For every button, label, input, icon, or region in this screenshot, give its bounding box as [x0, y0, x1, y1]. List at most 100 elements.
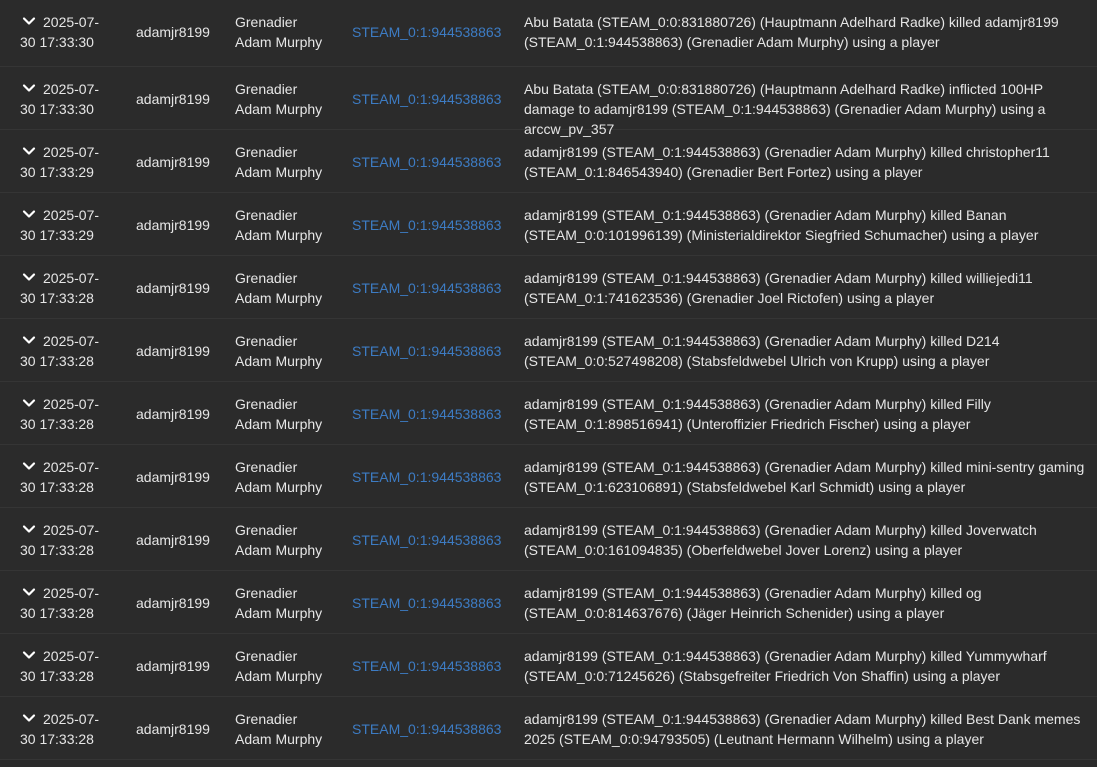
character-rank: Grenadier: [235, 711, 298, 727]
steam-id-link[interactable]: STEAM_0:1:944538863: [352, 89, 501, 109]
character-rank: Grenadier: [235, 333, 298, 349]
timestamp-date: 2025-07-: [43, 522, 100, 538]
username: adamjr8199: [136, 721, 210, 737]
steam-id-link[interactable]: STEAM_0:1:944538863: [352, 341, 501, 361]
timestamp-date: 2025-07-: [43, 333, 100, 349]
character-name: Grenadier Adam Murphy: [235, 79, 345, 119]
timestamp-time: 30 17:33:29: [20, 227, 94, 243]
character-rank: Grenadier: [235, 270, 298, 286]
timestamp-time: 30 17:33:28: [20, 731, 94, 747]
username: adamjr8199: [136, 595, 210, 611]
timestamp-time: 30 17:33:28: [20, 668, 94, 684]
timestamp: 2025-07- 30 17:33:28: [20, 583, 120, 623]
character-name: Grenadier Adam Murphy: [235, 142, 345, 182]
log-message: adamjr8199 (STEAM_0:1:944538863) (Grenad…: [524, 333, 1000, 369]
steam-id-link[interactable]: STEAM_0:1:944538863: [352, 404, 501, 424]
log-row: 2025-07- 30 17:33:28 adamjr8199 Grenadie…: [0, 319, 1097, 382]
username: adamjr8199: [136, 91, 210, 107]
username: adamjr8199: [136, 469, 210, 485]
character-rank: Grenadier: [235, 585, 298, 601]
timestamp: 2025-07- 30 17:33:28: [20, 268, 120, 308]
timestamp-time: 30 17:33:29: [20, 164, 94, 180]
character-fullname: Adam Murphy: [235, 416, 323, 432]
log-message: adamjr8199 (STEAM_0:1:944538863) (Grenad…: [524, 459, 1085, 495]
log-row: 2025-07- 30 17:33:28 adamjr8199 Grenadie…: [0, 697, 1097, 760]
timestamp-date: 2025-07-: [43, 459, 100, 475]
character-name: Grenadier Adam Murphy: [235, 394, 345, 434]
log-message: adamjr8199 (STEAM_0:1:944538863) (Grenad…: [524, 648, 1047, 684]
username: adamjr8199: [136, 406, 210, 422]
timestamp: 2025-07- 30 17:33:29: [20, 205, 120, 245]
character-rank: Grenadier: [235, 207, 298, 223]
log-message: adamjr8199 (STEAM_0:1:944538863) (Grenad…: [524, 396, 991, 432]
character-rank: Grenadier: [235, 522, 298, 538]
log-message: Abu Batata (STEAM_0:0:831880726) (Hauptm…: [524, 14, 1059, 50]
steam-id-link[interactable]: STEAM_0:1:944538863: [352, 719, 501, 739]
timestamp: 2025-07- 30 17:33:30: [20, 12, 120, 52]
character-name: Grenadier Adam Murphy: [235, 457, 345, 497]
timestamp: 2025-07- 30 17:33:28: [20, 520, 120, 560]
character-fullname: Adam Murphy: [235, 668, 323, 684]
timestamp: 2025-07- 30 17:33:28: [20, 646, 120, 686]
steam-id-link[interactable]: STEAM_0:1:944538863: [352, 467, 501, 487]
character-fullname: Adam Murphy: [235, 479, 323, 495]
character-fullname: Adam Murphy: [235, 542, 323, 558]
timestamp: 2025-07- 30 17:33:30: [20, 79, 120, 119]
steam-id-link[interactable]: STEAM_0:1:944538863: [352, 152, 501, 172]
character-rank: Grenadier: [235, 14, 298, 30]
username: adamjr8199: [136, 24, 210, 40]
log-message: adamjr8199 (STEAM_0:1:944538863) (Grenad…: [524, 207, 1039, 243]
username: adamjr8199: [136, 658, 210, 674]
character-fullname: Adam Murphy: [235, 290, 323, 306]
character-fullname: Adam Murphy: [235, 34, 323, 50]
timestamp-time: 30 17:33:28: [20, 290, 94, 306]
log-message: adamjr8199 (STEAM_0:1:944538863) (Grenad…: [524, 711, 1081, 747]
timestamp: 2025-07- 30 17:33:28: [20, 331, 120, 371]
log-message: adamjr8199 (STEAM_0:1:944538863) (Grenad…: [524, 144, 1050, 180]
character-name: Grenadier Adam Murphy: [235, 331, 345, 371]
character-fullname: Adam Murphy: [235, 101, 323, 117]
character-rank: Grenadier: [235, 648, 298, 664]
log-row: 2025-07- 30 17:33:29 adamjr8199 Grenadie…: [0, 193, 1097, 256]
log-row: 2025-07- 30 17:33:28 adamjr8199 Grenadie…: [0, 445, 1097, 508]
steam-id-link[interactable]: STEAM_0:1:944538863: [352, 215, 501, 235]
character-name: Grenadier Adam Murphy: [235, 205, 345, 245]
character-name: Grenadier Adam Murphy: [235, 12, 345, 52]
steam-id-link[interactable]: STEAM_0:1:944538863: [352, 278, 501, 298]
log-message: adamjr8199 (STEAM_0:1:944538863) (Grenad…: [524, 585, 982, 621]
timestamp-date: 2025-07-: [43, 711, 100, 727]
steam-id-link[interactable]: STEAM_0:1:944538863: [352, 22, 501, 42]
username: adamjr8199: [136, 217, 210, 233]
username: adamjr8199: [136, 280, 210, 296]
log-row: 2025-07- 30 17:33:28 adamjr8199 Grenadie…: [0, 508, 1097, 571]
timestamp: 2025-07- 30 17:33:29: [20, 142, 120, 182]
steam-id-link[interactable]: STEAM_0:1:944538863: [352, 656, 501, 676]
log-row: 2025-07- 30 17:33:30 adamjr8199 Grenadie…: [0, 0, 1097, 67]
username: adamjr8199: [136, 532, 210, 548]
character-name: Grenadier Adam Murphy: [235, 520, 345, 560]
character-name: Grenadier Adam Murphy: [235, 268, 345, 308]
timestamp-time: 30 17:33:28: [20, 479, 94, 495]
character-rank: Grenadier: [235, 459, 298, 475]
username: adamjr8199: [136, 343, 210, 359]
timestamp-time: 30 17:33:30: [20, 34, 94, 50]
timestamp-date: 2025-07-: [43, 207, 100, 223]
character-fullname: Adam Murphy: [235, 605, 323, 621]
steam-id-link[interactable]: STEAM_0:1:944538863: [352, 593, 501, 613]
timestamp-date: 2025-07-: [43, 585, 100, 601]
character-rank: Grenadier: [235, 81, 298, 97]
steam-id-link[interactable]: STEAM_0:1:944538863: [352, 530, 501, 550]
timestamp-date: 2025-07-: [43, 648, 100, 664]
character-fullname: Adam Murphy: [235, 731, 323, 747]
timestamp-time: 30 17:33:28: [20, 416, 94, 432]
log-row: 2025-07- 30 17:33:28 adamjr8199 Grenadie…: [0, 382, 1097, 445]
character-fullname: Adam Murphy: [235, 164, 323, 180]
log-message: adamjr8199 (STEAM_0:1:944538863) (Grenad…: [524, 270, 1033, 306]
character-name: Grenadier Adam Murphy: [235, 646, 345, 686]
log-row: 2025-07- 30 17:33:28 adamjr8199 Grenadie…: [0, 571, 1097, 634]
character-fullname: Adam Murphy: [235, 353, 323, 369]
log-row: 2025-07- 30 17:33:28 adamjr8199 Grenadie…: [0, 634, 1097, 697]
username: adamjr8199: [136, 154, 210, 170]
log-row: 2025-07- 30 17:33:28 adamjr8199 Grenadie…: [0, 256, 1097, 319]
timestamp: 2025-07- 30 17:33:28: [20, 709, 120, 749]
